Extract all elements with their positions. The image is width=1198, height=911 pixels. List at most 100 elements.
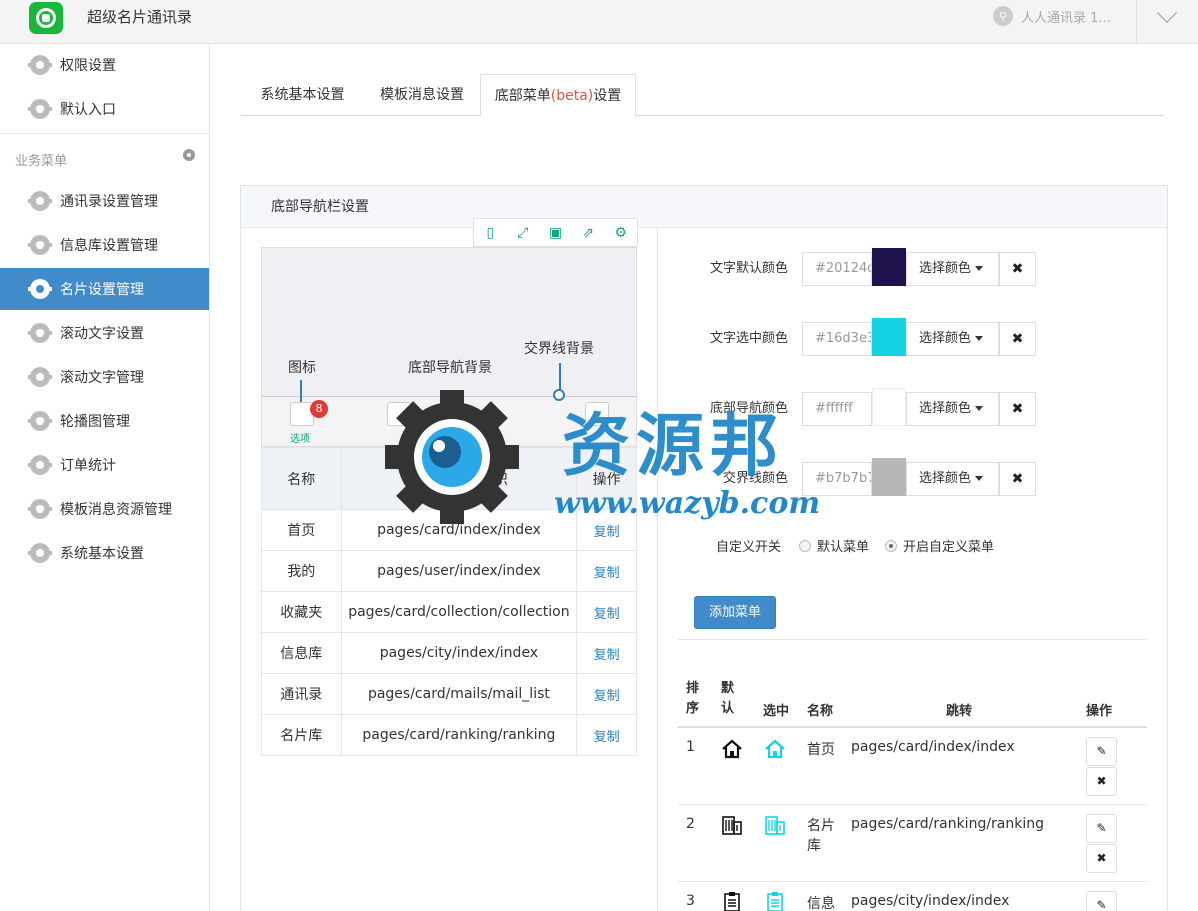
sidebar-section-title: 业务菜单 [15, 154, 68, 169]
tab-system-basic[interactable]: 系统基本设置 [241, 74, 364, 116]
sidebar-divider [0, 133, 209, 134]
sidebar: 权限设置 默认入口 业务菜单 通讯录设置管理 信息库设置管理 名片设置管理 滚动… [0, 44, 210, 911]
share-icon[interactable]: ⇗ [572, 219, 605, 246]
copy-link[interactable]: 复制 [576, 673, 637, 715]
sidebar-item-orders[interactable]: 订单统计 [0, 444, 209, 486]
panel-title: 底部导航栏设置 [241, 186, 1167, 228]
row-path: pages/card/mails/mail_list [340, 673, 578, 715]
sidebar-item-label: 模板消息资源管理 [60, 502, 172, 518]
col-header-name: 名称 [807, 704, 834, 719]
clear-color-button[interactable]: ✖ [999, 322, 1036, 356]
radio-custom-label: 开启自定义菜单 [903, 540, 995, 555]
row-name: 通讯录 [261, 673, 342, 715]
sidebar-item-label: 权限设置 [60, 58, 116, 74]
sidebar-item-permissions[interactable]: 权限设置 [0, 44, 209, 86]
clear-color-button[interactable]: ✖ [999, 462, 1036, 496]
pick-color-button[interactable]: 选择颜色 [906, 252, 999, 286]
text-selected-color-input[interactable]: #16d3e3 [802, 322, 872, 356]
row-link: pages/card/ranking/ranking [851, 816, 1045, 832]
copy-link[interactable]: 复制 [576, 591, 637, 633]
row-divider [678, 881, 1147, 882]
radio-custom-menu[interactable] [885, 539, 898, 552]
sidebar-item-infolib[interactable]: 信息库设置管理 [0, 224, 209, 266]
sidebar-item-template-msg[interactable]: 模板消息资源管理 [0, 488, 209, 530]
sidebar-item-label: 滚动文字管理 [60, 370, 144, 386]
pick-label: 选择颜色 [919, 401, 972, 416]
pick-color-button[interactable]: 选择颜色 [906, 462, 999, 496]
color-swatch[interactable] [872, 388, 906, 426]
copy-link[interactable]: 复制 [576, 550, 637, 592]
save-icon[interactable]: ▣ [539, 219, 572, 246]
sidebar-item-contacts[interactable]: 通讯录设置管理 [0, 180, 209, 222]
app-logo[interactable] [29, 2, 63, 34]
col-header-ops: 操作 [1086, 704, 1113, 719]
watermark-gear-logo [385, 390, 519, 524]
pick-color-button[interactable]: 选择颜色 [906, 392, 999, 426]
copy-link[interactable]: 复制 [576, 632, 637, 674]
gear-icon [28, 191, 52, 211]
building-icon [765, 816, 785, 835]
home-icon [765, 739, 785, 759]
caret-down-icon [975, 406, 984, 411]
delete-icon[interactable]: ✖ [1086, 844, 1117, 873]
row-order: 3 [686, 893, 695, 909]
gear-icon [28, 99, 52, 119]
clear-color-button[interactable]: ✖ [999, 252, 1036, 286]
gear-icon [28, 323, 52, 343]
color-swatch[interactable] [872, 458, 906, 496]
gear-icon [28, 367, 52, 387]
table-row: 通讯录 pages/card/mails/mail_list 复制 [261, 673, 637, 715]
annotation-nav-bg: 底部导航背景 [408, 360, 492, 376]
color-swatch[interactable] [872, 318, 906, 356]
caret-down-icon [975, 336, 984, 341]
chevron-down-icon[interactable] [1157, 3, 1177, 23]
mobile-icon[interactable]: ▯ [474, 219, 507, 246]
section-gear-icon[interactable] [183, 149, 195, 161]
table-row: 我的 pages/user/index/index 复制 [261, 550, 637, 592]
col-header-name: 名称 [261, 447, 342, 510]
caret-down-icon [975, 266, 984, 271]
sidebar-item-cards[interactable]: 名片设置管理 [0, 268, 209, 310]
sidebar-item-carousel[interactable]: 轮播图管理 [0, 400, 209, 442]
tab-bottom-menu[interactable]: 底部菜单(beta)设置 [480, 74, 636, 117]
app-title: 超级名片通讯录 [87, 8, 193, 26]
clipboard-icon [724, 892, 740, 911]
building-icon [722, 816, 742, 835]
label-text-default-color: 文字默认颜色 [709, 261, 788, 276]
edit-icon[interactable]: ✎ [1086, 814, 1117, 843]
sidebar-item-label: 信息库设置管理 [60, 238, 158, 254]
tab-template-msg[interactable]: 模板消息设置 [364, 74, 480, 116]
gear-icon [28, 499, 52, 519]
sidebar-item-system[interactable]: 系统基本设置 [0, 532, 209, 574]
gear-icon [28, 235, 52, 255]
edit-icon[interactable]: ✎ [1086, 891, 1117, 911]
text-default-color-input[interactable]: #20124d [802, 252, 872, 286]
pick-color-button[interactable]: 选择颜色 [906, 322, 999, 356]
edit-icon[interactable]: ✎ [1086, 737, 1117, 766]
fullscreen-icon[interactable]: ⤢ [507, 219, 540, 246]
sidebar-item-label: 订单统计 [60, 458, 116, 474]
sidebar-item-scroll-text-settings[interactable]: 滚动文字设置 [0, 312, 209, 354]
preview-toolbar: ▯ ⤢ ▣ ⇗ ⚙ [473, 218, 638, 247]
table-row: 信息库 pages/city/index/index 复制 [261, 632, 637, 674]
copy-link[interactable]: 复制 [576, 714, 637, 756]
radio-default-label: 默认菜单 [817, 540, 870, 555]
home-icon [722, 739, 742, 759]
annotation-line-bg: 交界线背景 [524, 341, 594, 357]
user-menu[interactable]: ⚲ 人人通讯录 1... [993, 6, 1111, 26]
tab-label: 设置 [593, 88, 622, 104]
row-name: 信息 [807, 896, 835, 911]
settings-icon[interactable]: ⚙ [604, 219, 637, 246]
nav-bg-color-input[interactable]: #ffffff [802, 392, 872, 426]
sidebar-item-scroll-text-manage[interactable]: 滚动文字管理 [0, 356, 209, 398]
radio-default-menu[interactable] [799, 539, 812, 552]
gear-icon [28, 279, 52, 299]
clear-color-button[interactable]: ✖ [999, 392, 1036, 426]
sidebar-item-label: 默认入口 [60, 102, 116, 118]
sidebar-item-default-entry[interactable]: 默认入口 [0, 88, 209, 130]
tab-preview-label: 选项 [290, 434, 310, 445]
color-swatch[interactable] [872, 248, 906, 286]
add-menu-button[interactable]: 添加菜单 [694, 596, 776, 629]
gear-icon [28, 455, 52, 475]
delete-icon[interactable]: ✖ [1086, 767, 1117, 796]
